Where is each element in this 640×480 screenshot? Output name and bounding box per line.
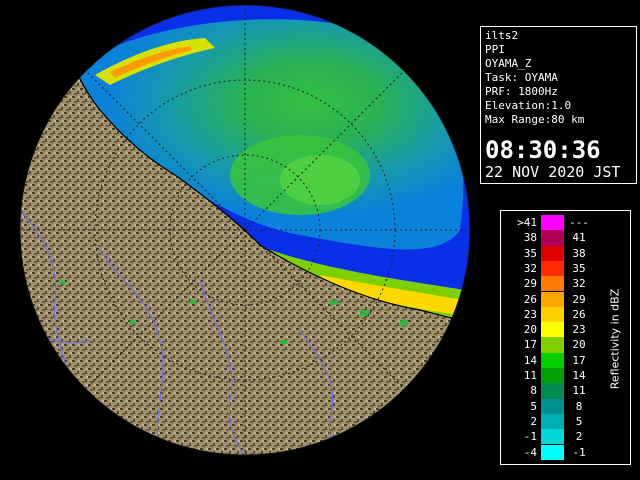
legend-upper-bound: 29: [572, 292, 586, 306]
legend-color-swatch: [541, 260, 564, 277]
legend-lower-bound: 11: [523, 369, 537, 382]
legend-color-swatch: [541, 230, 564, 246]
legend-row: 20 23: [501, 322, 601, 338]
legend-upper-bound: 38: [572, 246, 586, 260]
reflectivity-legend: >41 --- 38 41 35 38 32 35 29 32 26 29 23 26 20 23 17 20 14…: [500, 210, 631, 465]
legend-lower-bound: 32: [523, 261, 537, 275]
legend-color-swatch: [541, 245, 564, 261]
legend-upper-bound: 5: [575, 414, 583, 428]
legend-upper-bound: 17: [572, 353, 586, 367]
legend-upper-bound: 26: [572, 307, 586, 321]
legend-row: 58: [501, 398, 601, 414]
legend-lower-bound: 38: [523, 231, 537, 245]
legend-upper-bound: 35: [572, 261, 586, 275]
legend-lower-bound: >41: [517, 216, 537, 229]
legend-color-swatch: [541, 322, 564, 338]
legend-lower-bound: 17: [523, 338, 537, 352]
legend-row: 14 17: [501, 352, 601, 368]
legend-title-box: Reflectivity in dBZ: [601, 211, 629, 466]
legend-color-swatch: [541, 444, 564, 460]
legend-lower-bound: -1: [523, 430, 537, 444]
legend-title: Reflectivity in dBZ: [608, 288, 622, 389]
legend-color-swatch: [541, 398, 564, 414]
legend-color-swatch: [541, 383, 564, 399]
legend-upper-bound: 41: [572, 231, 586, 245]
legend-upper-bound: 32: [572, 277, 586, 291]
echo-green-center-2: [280, 155, 360, 205]
legend-lower-bound: -4: [523, 445, 537, 459]
legend-lower-bound: 2: [530, 414, 537, 428]
legend-row: -4 -1: [501, 444, 601, 460]
legend-row: 38 41: [501, 230, 601, 246]
legend-upper-bound: 8: [575, 399, 583, 413]
legend-row: 8 11: [501, 383, 601, 399]
radar-ppi-display: [0, 0, 480, 480]
legend-upper-bound: 23: [572, 323, 586, 337]
legend-row: 17 20: [501, 337, 601, 353]
legend-lower-bound: 8: [530, 384, 537, 398]
info-box: ilts2 PPI OYAMA_Z Task: OYAMA PRF: 1800H…: [480, 26, 637, 184]
legend-color-swatch: [541, 413, 564, 430]
legend-row: 23 26: [501, 306, 601, 323]
legend-lower-bound: 35: [523, 246, 537, 260]
legend-lower-bound: 29: [523, 277, 537, 291]
legend-color-swatch: [541, 429, 564, 445]
info-prf: PRF: 1800Hz: [485, 85, 558, 98]
legend-row: 25: [501, 413, 601, 430]
legend-lower-bound: 23: [523, 307, 537, 321]
legend-upper-bound: 11: [572, 384, 586, 398]
legend-upper-bound: 2: [575, 430, 583, 444]
legend-color-swatch: [541, 291, 564, 307]
legend-row: -1 2: [501, 429, 601, 445]
legend-upper-bound: -1: [572, 445, 586, 459]
legend-row: 11 14: [501, 368, 601, 384]
legend-lower-bound: 26: [523, 292, 537, 306]
legend-color-swatch: [541, 368, 564, 384]
legend-row: 26 29: [501, 291, 601, 307]
legend-color-swatch: [541, 215, 564, 231]
legend-upper-bound: 20: [572, 338, 586, 352]
legend-color-swatch: [541, 276, 564, 292]
info-product: OYAMA_Z: [485, 57, 532, 70]
info-max-range: Max Range:80 km: [485, 113, 585, 126]
legend-row: >41 ---: [501, 215, 601, 231]
legend-lower-bound: 20: [523, 323, 537, 337]
legend-color-swatch: [541, 352, 564, 368]
legend-color-swatch: [541, 337, 564, 353]
legend-row: 35 38: [501, 245, 601, 261]
info-elevation: Elevation:1.0: [485, 99, 572, 112]
clock-date: 22 NOV 2020 JST: [485, 163, 621, 181]
info-user: ilts2: [485, 29, 519, 42]
info-task: Task: OYAMA: [485, 71, 558, 84]
legend-lower-bound: 5: [530, 399, 537, 413]
legend-color-swatch: [541, 306, 564, 323]
legend-row: 29 32: [501, 276, 601, 292]
legend-row: 32 35: [501, 260, 601, 277]
legend-upper-bound: 14: [572, 369, 586, 382]
legend-lower-bound: 14: [523, 353, 537, 367]
info-scan-type: PPI: [485, 43, 505, 56]
legend-upper-bound: ---: [569, 216, 589, 229]
clock-time: 08:30:36: [485, 136, 601, 164]
